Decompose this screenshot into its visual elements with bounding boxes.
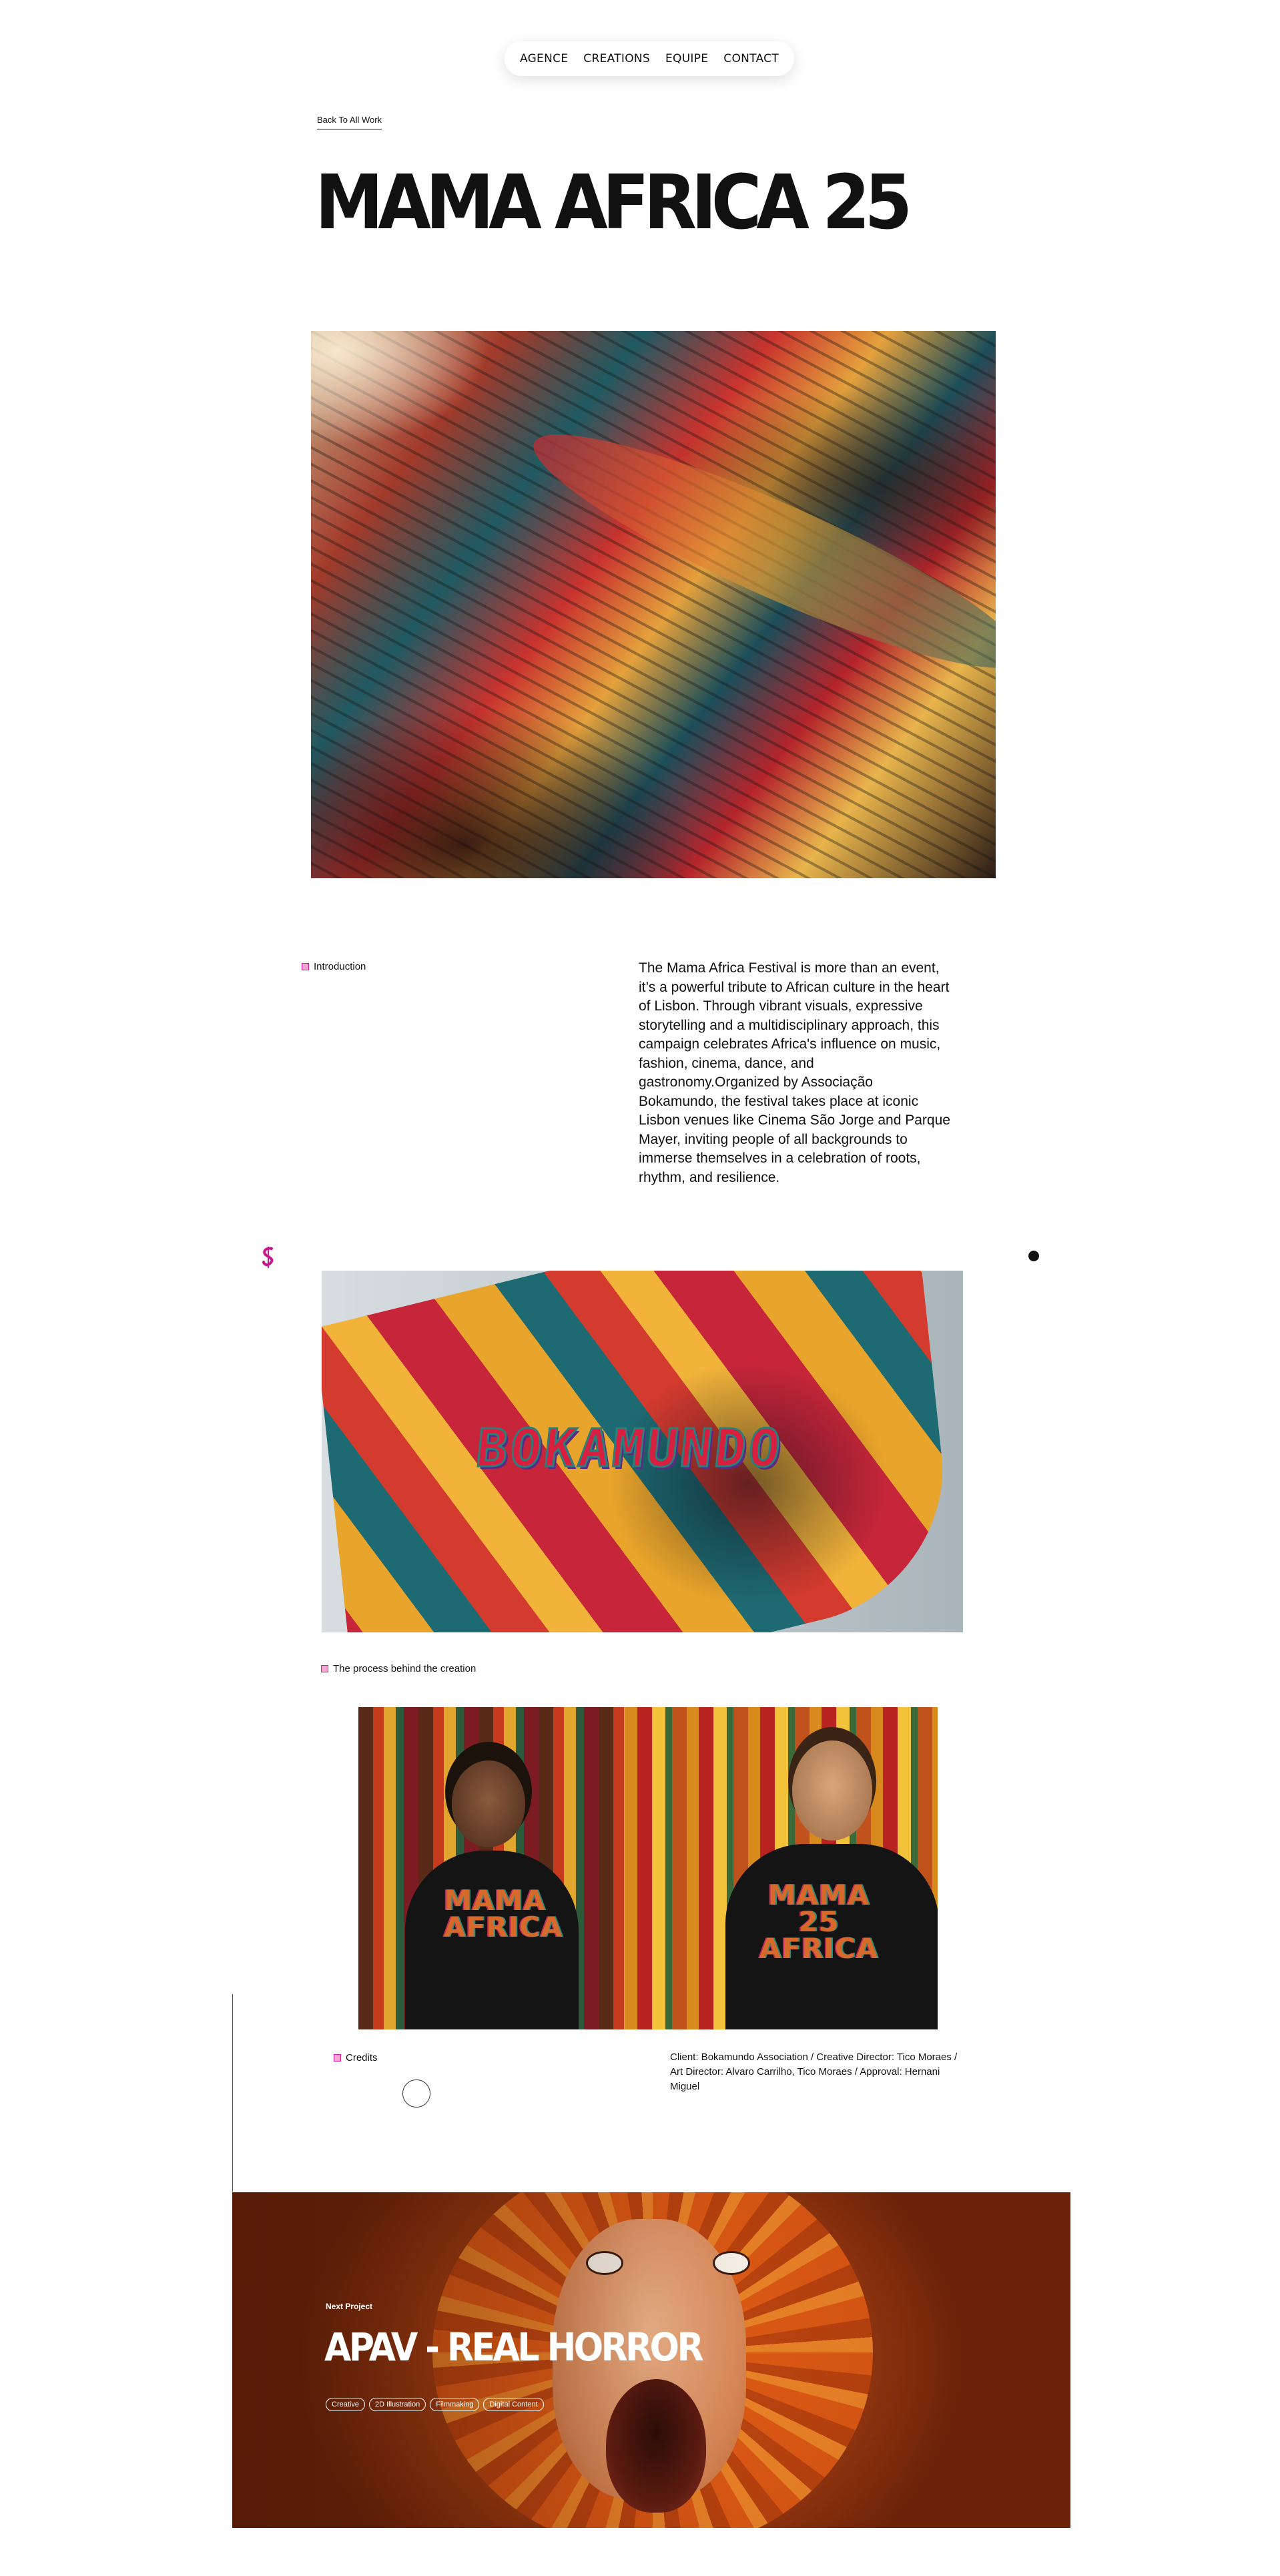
tag-filmmaking[interactable]: Filmmaking <box>430 2398 480 2411</box>
divider-line <box>232 1994 233 2192</box>
brand-logo-icon <box>262 1247 274 1268</box>
back-to-all-work-link[interactable]: Back To All Work <box>317 115 382 129</box>
credits-label: Credits <box>334 2052 378 2063</box>
model-left-head <box>452 1760 525 1847</box>
tag-2d-illustration[interactable]: 2D Illustration <box>368 2398 426 2411</box>
credits-text: Client: Bokamundo Association / Creative… <box>670 2051 958 2092</box>
nav-item-agence[interactable]: AGENCE <box>520 52 568 65</box>
bokamundo-wordmark: BOKAMUNDO <box>472 1418 787 1480</box>
next-project-title: APAV - REAL HORROR <box>324 2324 704 2370</box>
circle-cursor-icon <box>402 2079 430 2108</box>
credits-label-text: Credits <box>346 2052 378 2063</box>
next-project-label: Next Project <box>326 2302 373 2311</box>
tag-digital-content[interactable]: Digital Content <box>483 2398 544 2411</box>
next-project-tags: Creative 2D Illustration Filmmaking Digi… <box>326 2398 544 2411</box>
intro-label-text: Introduction <box>314 961 366 972</box>
intro-label: Introduction <box>302 961 366 972</box>
next-project-card[interactable]: Next Project APAV - REAL HORROR Creative… <box>232 2192 1070 2528</box>
bullet-square-icon <box>321 1665 328 1672</box>
intro-paragraph: The Mama Africa Festival is more than an… <box>639 960 950 1186</box>
process-label: The process behind the creation <box>321 1663 476 1674</box>
hero-fabric-image <box>311 331 996 878</box>
top-nav: AGENCE CREATIONS EQUIPE CONTACT <box>505 41 794 76</box>
process-label-text: The process behind the creation <box>333 1663 476 1674</box>
cursor-dot <box>1028 1251 1039 1261</box>
bullet-square-icon <box>302 963 309 970</box>
tshirt-models-image: MAMA AFRICA MAMA 25 AFRICA <box>358 1707 938 2029</box>
nav-item-creations[interactable]: CREATIONS <box>583 52 650 65</box>
tag-creative[interactable]: Creative <box>326 2398 365 2411</box>
shirt-left-print: MAMA AFRICA <box>444 1884 563 1943</box>
nav-item-contact[interactable]: CONTACT <box>723 52 779 65</box>
page-title: MAMA AFRICA 25 <box>315 159 912 246</box>
bokamundo-flag-image: BOKAMUNDO <box>322 1271 963 1632</box>
shirt-right-print: MAMA 25 AFRICA <box>759 1879 879 1965</box>
model-right-head <box>792 1740 872 1841</box>
bullet-square-icon <box>334 2054 341 2061</box>
nav-item-equipe[interactable]: EQUIPE <box>665 52 708 65</box>
